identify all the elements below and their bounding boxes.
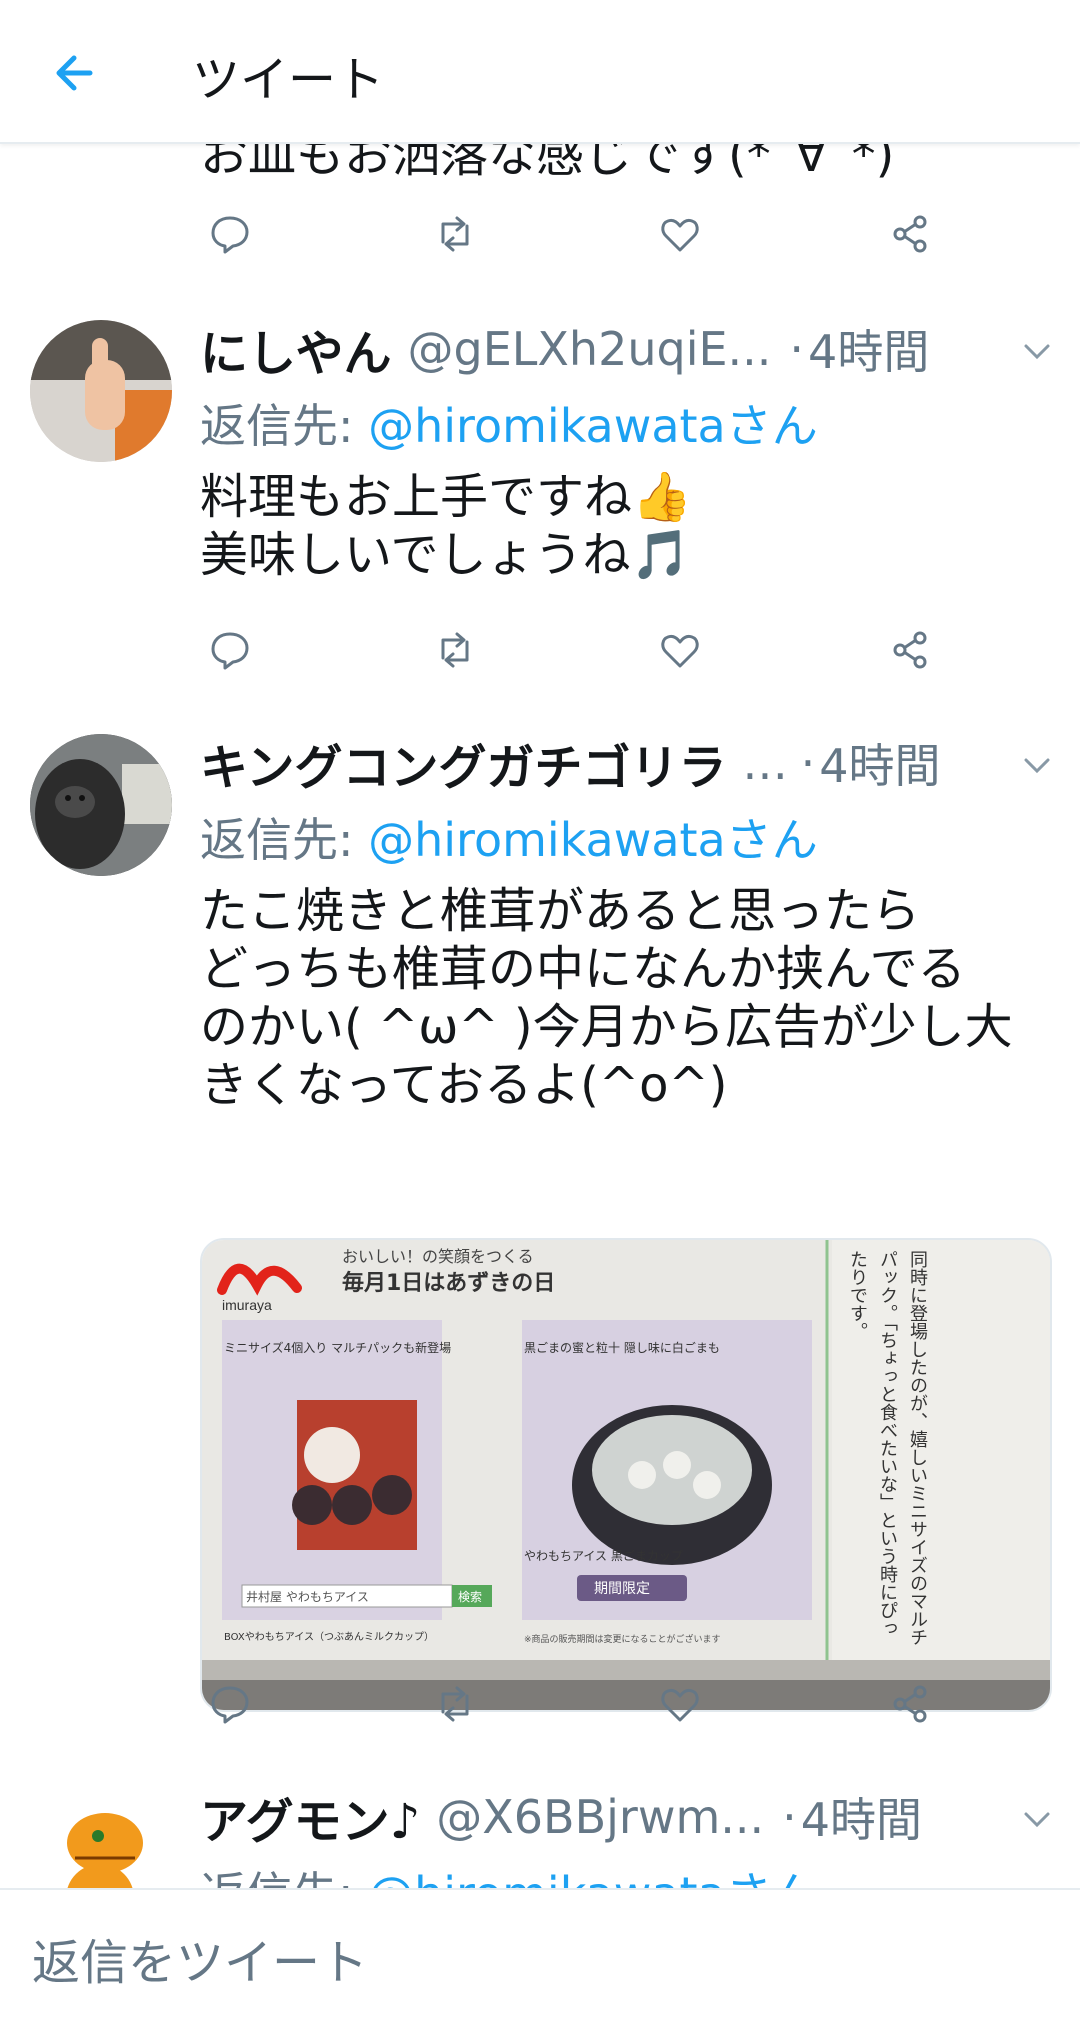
display-name[interactable]: にしやん <box>200 314 392 384</box>
reply-prefix: 返信先: <box>200 399 369 453</box>
tweet-text: 料理もお上手ですね👍 美味しいでしょうね🎵 <box>200 469 692 583</box>
user-handle[interactable]: @gELXh2uqiE... <box>408 322 772 376</box>
like-icon[interactable] <box>650 204 710 264</box>
reply-icon[interactable] <box>200 620 260 680</box>
tweet-text: たこ焼きと椎茸があると思ったら どっちも椎茸の中になんか挟んでる のかい( ^ω… <box>200 883 1013 1113</box>
ad-right-product: やわもちアイス 黒ごまカップ <box>524 1548 683 1563</box>
retweet-icon[interactable] <box>425 204 485 264</box>
share-icon[interactable] <box>880 204 940 264</box>
tweet-header: アグモン♪ @X6BBjrwm... · 4時間 <box>200 1782 1050 1852</box>
ad-note: ※商品の販売期間は変更になることがございます <box>524 1633 721 1645</box>
reply-mention-link[interactable]: @hiromikawataさん <box>368 399 818 453</box>
ad-brand: imuraya <box>222 1297 272 1313</box>
chevron-down-icon[interactable] <box>1022 756 1052 776</box>
tweet-actions <box>200 620 940 680</box>
reply-mention-link[interactable]: @hiromikawataさん <box>368 813 818 867</box>
top-app-bar: ツイート <box>0 0 1080 144</box>
ad-left-product: BOXやわもちアイス（つぶあんミルクカップ） <box>224 1631 434 1643</box>
timestamp[interactable]: 4時間 <box>801 1784 922 1850</box>
ad-search-button: 検索 <box>458 1590 482 1604</box>
user-handle[interactable]: @X6BBjrwm... <box>436 1790 764 1844</box>
reply-icon[interactable] <box>200 1674 260 1734</box>
avatar[interactable] <box>30 734 172 876</box>
page-title: ツイート <box>192 52 385 108</box>
ad-headline: おいしい！の笑顔をつくる <box>342 1247 534 1266</box>
reply-to-line: 返信先: @hiromikawataさん <box>200 804 818 870</box>
avatar[interactable] <box>30 320 172 462</box>
ad-right-badge: 黒ごまの蜜と粒十 隠し味に白ごまも <box>524 1340 720 1355</box>
ad-search-label: 井村屋 やわもちアイス <box>246 1590 369 1604</box>
ad-subhead: 毎月1日はあずきの日 <box>342 1271 555 1296</box>
chevron-down-icon[interactable] <box>1022 1810 1052 1830</box>
ad-limited: 期間限定 <box>594 1581 650 1597</box>
tweet-header: にしやん @gELXh2uqiE... · 4時間 <box>200 314 1050 384</box>
reply-input[interactable] <box>30 1920 1054 2006</box>
tweet-actions <box>200 1674 940 1734</box>
retweet-icon[interactable] <box>425 1674 485 1734</box>
display-name[interactable]: キングコングガチゴリラ <box>200 728 727 798</box>
chevron-down-icon[interactable] <box>1022 342 1052 362</box>
timestamp[interactable]: 4時間 <box>808 316 929 382</box>
share-icon[interactable] <box>880 1674 940 1734</box>
ad-column-text: 同時に登場したのが、嬉しいミニサイズのマルチパック。「ちょっと食べたいな」という… <box>847 1250 928 1646</box>
separator-dot: · <box>800 736 816 790</box>
timestamp[interactable]: 4時間 <box>819 730 940 796</box>
back-arrow-icon[interactable] <box>40 38 110 108</box>
reply-prefix: 返信先: <box>200 813 369 867</box>
tweet-actions <box>200 204 940 264</box>
separator-dot: · <box>782 1790 797 1844</box>
reply-icon[interactable] <box>200 204 260 264</box>
like-icon[interactable] <box>650 620 710 680</box>
display-name[interactable]: アグモン♪ <box>200 1782 420 1852</box>
share-icon[interactable] <box>880 620 940 680</box>
separator-dot: · <box>789 322 805 376</box>
reply-to-line: 返信先: @hiromikawataさん <box>200 390 818 456</box>
tweet-media-image[interactable]: imuraya おいしい！の笑顔をつくる 毎月1日はあずきの日 ミニサイズ4個入… <box>200 1238 1052 1712</box>
tweet-item[interactable]: キングコングガチゴリラ ... · 4時間 返信先: @hiromikawata… <box>0 698 1080 1754</box>
tweet-item[interactable]: にしやん @gELXh2uqiE... · 4時間 返信先: @hiromika… <box>0 284 1080 700</box>
retweet-icon[interactable] <box>425 620 485 680</box>
tweet-header: キングコングガチゴリラ ... · 4時間 <box>200 728 1050 798</box>
user-handle[interactable]: ... <box>743 736 783 790</box>
reply-composer-bar <box>0 1888 1080 2034</box>
like-icon[interactable] <box>650 1674 710 1734</box>
ad-left-badge: ミニサイズ4個入り マルチパックも新登場 <box>224 1340 451 1355</box>
